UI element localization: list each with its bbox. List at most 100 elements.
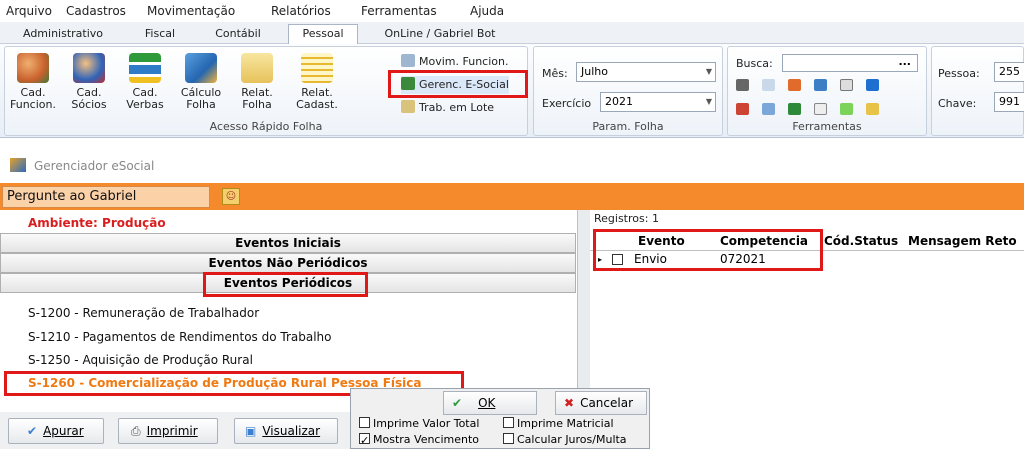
menu-bar: Arquivo Cadastros Movimentação Relatório… xyxy=(0,0,1024,22)
movim-funcion-button[interactable]: Movim. Funcion. xyxy=(401,53,508,71)
eventos-iniciais-header[interactable]: Eventos Iniciais xyxy=(0,233,576,253)
group-caption-param: Param. Folha xyxy=(592,120,664,133)
relat-cadast-line2: Cadast. xyxy=(296,98,338,111)
chave-value: 991 xyxy=(999,95,1020,108)
mostra-vencimento-label: Mostra Vencimento xyxy=(373,433,480,446)
tab-contabil[interactable]: Contábil xyxy=(198,25,278,44)
busca-ellipsis-button[interactable]: ... xyxy=(898,53,911,71)
exercicio-select[interactable]: 2021 ▼ xyxy=(600,92,716,112)
search-icon xyxy=(401,54,415,67)
trab-em-lote-button[interactable]: Trab. em Lote xyxy=(401,99,494,117)
clock-icon[interactable] xyxy=(736,79,749,91)
window-title: Gerenciador eSocial xyxy=(34,159,155,173)
busca-input[interactable]: ... xyxy=(782,54,918,72)
relat-folha-line2: Folha xyxy=(242,98,272,111)
window-titlebar: Gerenciador eSocial xyxy=(0,155,1024,177)
event-s1210[interactable]: S-1210 - Pagamentos de Rendimentos do Tr… xyxy=(28,330,331,344)
pessoa-value: 255 xyxy=(999,65,1020,78)
imprime-matricial-label: Imprime Matricial xyxy=(517,417,614,430)
calcular-juros-label: Calcular Juros/Multa xyxy=(517,433,627,446)
calcular-juros-checkbox[interactable]: Calcular Juros/Multa xyxy=(503,433,627,446)
tab-fiscal[interactable]: Fiscal xyxy=(128,25,192,44)
eventos-nao-periodicos-header[interactable]: Eventos Não Periódicos xyxy=(0,253,576,273)
imprimir-button[interactable]: ⎙ Imprimir xyxy=(118,418,218,444)
event-s1250[interactable]: S-1250 - Aquisição de Produção Rural xyxy=(28,353,253,367)
visualizar-button[interactable]: ▣ Visualizar xyxy=(234,418,338,444)
partners-icon xyxy=(73,53,105,83)
cad-socios-button[interactable]: Cad. Sócios xyxy=(65,53,113,111)
apurar-label: Apurar xyxy=(43,424,84,438)
group-param-folha: Mês: Julho ▼ Exercício 2021 ▼ Param. Folha xyxy=(533,46,723,136)
wand-icon xyxy=(401,100,415,113)
tab-online-gabriel-bot[interactable]: OnLine / Gabriel Bot xyxy=(372,25,508,44)
chave-input[interactable]: 991 xyxy=(994,92,1024,112)
window-icon[interactable] xyxy=(762,79,775,91)
ok-button[interactable]: ✔ OK xyxy=(443,391,537,415)
ambiente-label: Ambiente: Produção xyxy=(28,216,166,230)
cad-verbas-line2: Verbas xyxy=(126,98,164,111)
trab-em-lote-label: Trab. em Lote xyxy=(419,101,495,114)
esocial-icon xyxy=(10,158,26,172)
imprime-matricial-checkbox[interactable]: Imprime Matricial xyxy=(503,417,614,430)
menu-relatorios[interactable]: Relatórios xyxy=(271,4,331,18)
tab-pessoal[interactable]: Pessoal xyxy=(288,24,358,45)
calculo-folha-button[interactable]: Cálculo Folha xyxy=(177,53,225,111)
exercicio-value: 2021 xyxy=(605,95,633,108)
relat-folha-button[interactable]: Relat. Folha xyxy=(233,53,281,111)
highlight-gerenc-esocial xyxy=(388,70,528,98)
mes-value: Julho xyxy=(581,65,608,78)
folder-icon xyxy=(241,53,273,83)
chevron-down-icon: ▼ xyxy=(705,67,712,76)
group-pessoa: Pessoa: 255 Chave: 991 xyxy=(931,46,1024,136)
menu-movimentacao[interactable]: Movimentação xyxy=(147,4,235,18)
col-mensagem-retorno[interactable]: Mensagem Reto xyxy=(908,234,1017,248)
ok-label: OK xyxy=(478,396,496,410)
chart-icon[interactable] xyxy=(814,79,827,91)
chat-icon[interactable] xyxy=(840,103,853,115)
cad-funcion-line2: Funcion. xyxy=(10,98,56,111)
check-icon: ✔ xyxy=(27,424,38,438)
document-icon[interactable] xyxy=(840,79,853,91)
busca-label: Busca: xyxy=(736,57,773,70)
book-icon[interactable] xyxy=(788,103,801,115)
movim-funcion-label: Movim. Funcion. xyxy=(419,55,509,68)
calculator-icon[interactable] xyxy=(788,79,801,91)
registros-count: Registros: 1 xyxy=(594,212,659,225)
cad-funcion-button[interactable]: Cad. Funcion. xyxy=(9,53,57,111)
group-caption-ferramentas: Ferramentas xyxy=(792,120,862,133)
group-caption-acesso: Acesso Rápido Folha xyxy=(209,120,323,133)
verbas-icon xyxy=(129,53,161,83)
event-s1200[interactable]: S-1200 - Remuneração de Trabalhador xyxy=(28,306,259,320)
check-icon: ✔ xyxy=(452,396,463,410)
printer-icon: ⎙ xyxy=(131,424,141,438)
menu-arquivo[interactable]: Arquivo xyxy=(6,4,52,18)
apurar-button[interactable]: ✔ Apurar xyxy=(8,418,104,444)
col-cod-status[interactable]: Cód.Status xyxy=(824,234,898,248)
tab-administrativo[interactable]: Administrativo xyxy=(14,25,112,44)
imprime-valor-total-label: Imprime Valor Total xyxy=(373,417,480,430)
mes-select[interactable]: Julho ▼ xyxy=(576,62,716,82)
chevron-down-icon: ▼ xyxy=(705,97,712,106)
cad-socios-line2: Sócios xyxy=(71,98,107,111)
menu-cadastros[interactable]: Cadastros xyxy=(66,4,126,18)
windows-icon[interactable] xyxy=(814,103,827,115)
menu-ajuda[interactable]: Ajuda xyxy=(470,4,504,18)
mostra-vencimento-checkbox[interactable]: ✓ Mostra Vencimento xyxy=(359,433,480,447)
note-icon[interactable] xyxy=(866,103,879,115)
chart-bar-icon[interactable] xyxy=(736,103,749,115)
cad-verbas-button[interactable]: Cad. Verbas xyxy=(121,53,169,111)
c-icon[interactable] xyxy=(866,79,879,91)
bot-icon[interactable]: ☺ xyxy=(222,188,240,205)
cancelar-button[interactable]: ✖ Cancelar xyxy=(555,391,647,415)
relat-cadast-button[interactable]: Relat. Cadast. xyxy=(289,53,345,111)
user-icon[interactable] xyxy=(762,103,775,115)
people-icon xyxy=(17,53,49,83)
ask-gabriel-input[interactable]: Pergunte ao Gabriel xyxy=(2,186,210,208)
report-icon xyxy=(301,53,333,83)
chave-label: Chave: xyxy=(938,97,977,110)
pessoa-input[interactable]: 255 xyxy=(994,62,1024,82)
cancelar-label: Cancelar xyxy=(580,396,634,410)
pessoa-label: Pessoa: xyxy=(938,67,980,80)
imprime-valor-total-checkbox[interactable]: Imprime Valor Total xyxy=(359,417,479,430)
menu-ferramentas[interactable]: Ferramentas xyxy=(361,4,437,18)
